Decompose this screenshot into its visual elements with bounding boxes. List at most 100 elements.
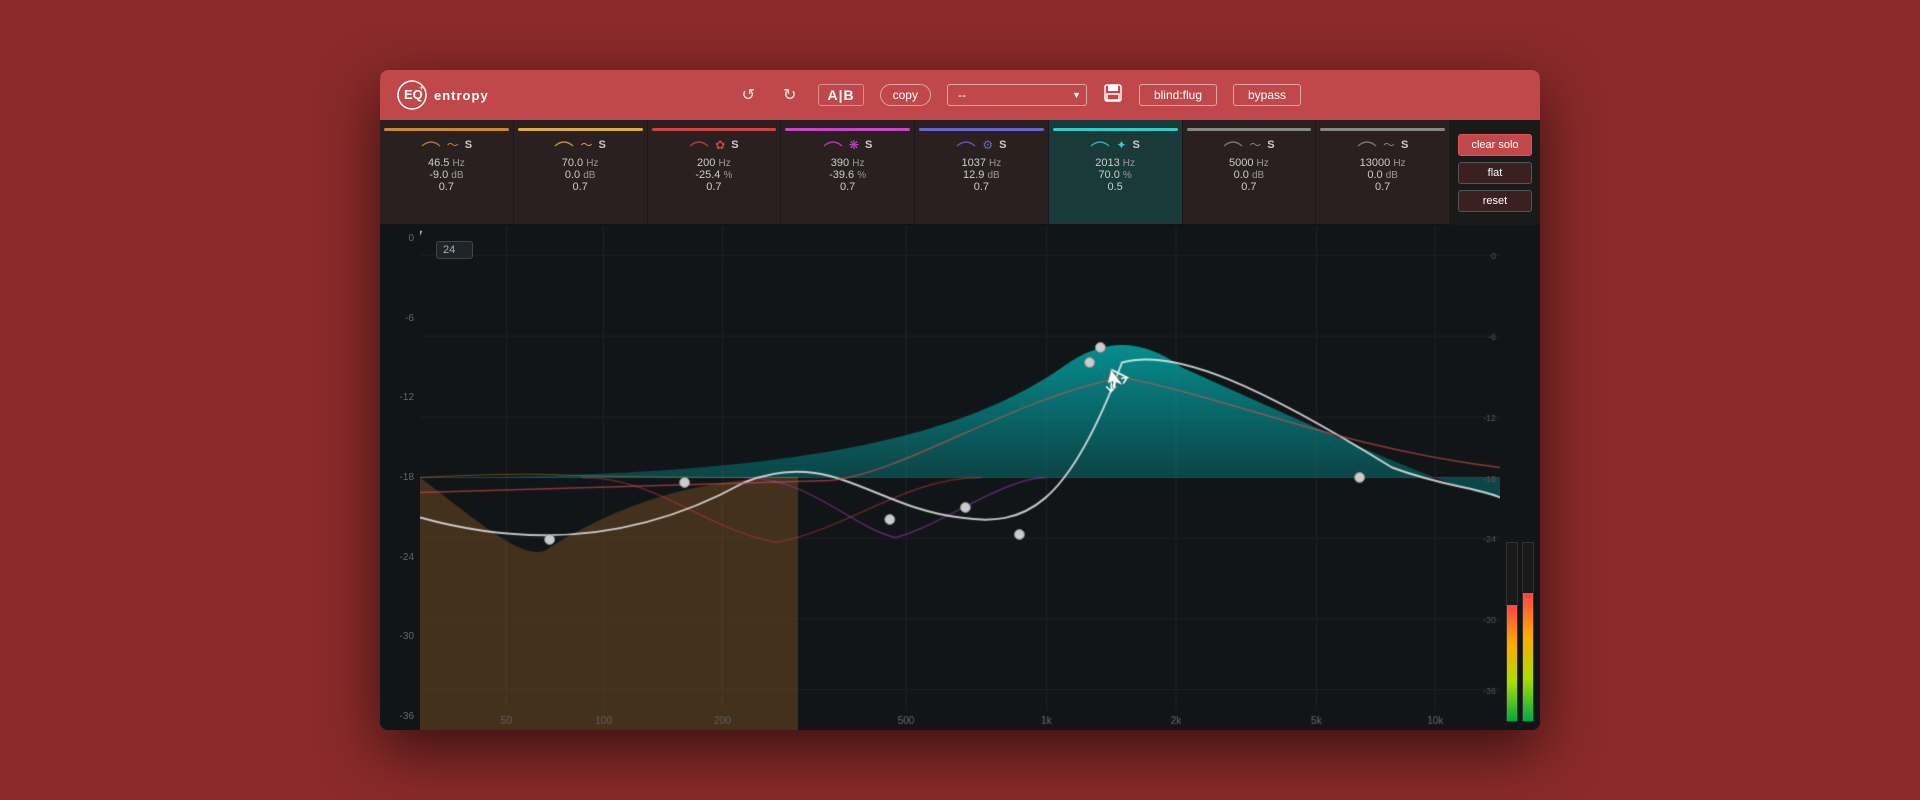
band-5-type-icon: ⚙	[982, 138, 993, 152]
band-3[interactable]: ✿S200 Hz-25.4 %0.7	[648, 120, 782, 224]
db-label-neg12: -12	[380, 392, 420, 403]
db-label-0: 0	[380, 233, 420, 244]
undo-button[interactable]: ↺	[736, 81, 761, 109]
copy-button[interactable]: copy	[880, 84, 931, 106]
band-6-color-indicator	[1053, 128, 1178, 131]
band-2-curve-icon	[554, 136, 574, 153]
flat-button[interactable]: flat	[1458, 162, 1532, 184]
band-4-gain: -39.6 %	[829, 169, 866, 181]
redo-button[interactable]: ↻	[777, 81, 802, 109]
vu-right	[1522, 542, 1534, 722]
vu-left	[1506, 542, 1518, 722]
band-7-type-icon: 〜	[1249, 136, 1261, 153]
band-4-solo-button[interactable]: S	[865, 139, 872, 151]
band-1-type-icon: 〜	[447, 136, 459, 153]
band-strip: 〜S46.5 Hz-9.0 dB0.7〜S70.0 Hz0.0 dB0.7✿S2…	[380, 120, 1450, 225]
band-2[interactable]: 〜S70.0 Hz0.0 dB0.7	[514, 120, 648, 224]
band-6-gain: 70.0 %	[1098, 169, 1131, 181]
preset-dropdown-wrap: --	[947, 84, 1087, 106]
band-1-gain: -9.0 dB	[429, 169, 463, 181]
bypass-button[interactable]: bypass	[1233, 84, 1301, 106]
band-2-color-indicator	[518, 128, 643, 131]
band-5-icons: ⚙S	[956, 136, 1006, 153]
svg-text:+: +	[419, 83, 424, 93]
band-4[interactable]: ❋S390 Hz-39.6 %0.7	[781, 120, 915, 224]
band-8-icons: 〜S	[1357, 136, 1408, 153]
logo-icon: EQ +	[396, 79, 428, 111]
band-7-q: 0.7	[1241, 181, 1256, 193]
band-2-icons: 〜S	[554, 136, 605, 153]
band-2-freq: 70.0 Hz	[562, 157, 599, 169]
band-6-icons: ✦S	[1090, 136, 1139, 153]
band-7[interactable]: 〜S5000 Hz0.0 dB0.7	[1183, 120, 1317, 224]
band-1-q: 0.7	[439, 181, 454, 193]
band-7-color-indicator	[1187, 128, 1312, 131]
vu-right-fill	[1523, 593, 1533, 721]
band-5[interactable]: ⚙S1037 Hz12.9 dB0.7	[915, 120, 1049, 224]
logo-area: EQ + entropy	[396, 79, 489, 111]
band-3-solo-button[interactable]: S	[731, 139, 738, 151]
eq-canvas-area: 24 12 48	[420, 225, 1500, 730]
db-label-neg36: -36	[380, 711, 420, 722]
preset-name-button[interactable]: blind:flug	[1139, 84, 1217, 106]
zoom-selector[interactable]: 24 12 48	[436, 241, 473, 259]
band-5-solo-button[interactable]: S	[999, 139, 1006, 151]
band-4-type-icon: ❋	[849, 138, 859, 152]
band-5-freq: 1037 Hz	[961, 157, 1001, 169]
reset-button[interactable]: reset	[1458, 190, 1532, 212]
band-6-q: 0.5	[1107, 181, 1122, 193]
eq-display: 0 -6 -12 -18 -24 -30 -36 24 12 48	[380, 225, 1540, 730]
band-6-solo-button[interactable]: S	[1132, 139, 1139, 151]
band-4-curve-icon	[823, 136, 843, 153]
band-5-q: 0.7	[974, 181, 989, 193]
toolbar-center: ↺ ↻ A|B copy -- blind:flug bypass	[513, 81, 1524, 109]
plugin-window: EQ + entropy ↺ ↻ A|B copy --	[380, 70, 1540, 730]
db-label-neg24: -24	[380, 552, 420, 563]
band-5-color-indicator	[919, 128, 1044, 131]
band-6-type-icon: ✦	[1116, 138, 1126, 152]
band-6[interactable]: ✦S2013 Hz70.0 %0.5	[1049, 120, 1183, 224]
band-7-freq: 5000 Hz	[1229, 157, 1269, 169]
band-3-gain: -25.4 %	[695, 169, 732, 181]
db-label-neg18: -18	[380, 472, 420, 483]
band-1-solo-button[interactable]: S	[465, 139, 472, 151]
top-bar: EQ + entropy ↺ ↻ A|B copy --	[380, 70, 1540, 120]
save-button[interactable]	[1103, 83, 1123, 108]
clear-solo-button[interactable]: clear solo	[1458, 134, 1532, 156]
band-7-icons: 〜S	[1223, 136, 1274, 153]
band-3-type-icon: ✿	[715, 138, 725, 152]
band-8-gain: 0.0 dB	[1367, 169, 1398, 181]
band-2-q: 0.7	[572, 181, 587, 193]
preset-dropdown[interactable]: --	[947, 84, 1087, 106]
band-section: 〜S46.5 Hz-9.0 dB0.7〜S70.0 Hz0.0 dB0.7✿S2…	[380, 120, 1540, 225]
band-1-color-indicator	[384, 128, 509, 131]
band-7-solo-button[interactable]: S	[1267, 139, 1274, 151]
band-3-color-indicator	[652, 128, 777, 131]
db-labels: 0 -6 -12 -18 -24 -30 -36	[380, 225, 420, 730]
band-8-solo-button[interactable]: S	[1401, 139, 1408, 151]
band-5-gain: 12.9 dB	[963, 169, 1000, 181]
band-8-color-indicator	[1320, 128, 1445, 131]
band-1-icons: 〜S	[421, 136, 472, 153]
band-8-curve-icon	[1357, 136, 1377, 153]
vu-left-fill	[1507, 605, 1517, 721]
band-1[interactable]: 〜S46.5 Hz-9.0 dB0.7	[380, 120, 514, 224]
db-label-neg6: -6	[380, 313, 420, 324]
band-8-freq: 13000 Hz	[1360, 157, 1406, 169]
band-4-color-indicator	[785, 128, 910, 131]
band-2-type-icon: 〜	[580, 136, 592, 153]
band-8-type-icon: 〜	[1383, 136, 1395, 153]
eq-canvas[interactable]	[420, 225, 1500, 730]
band-7-curve-icon	[1223, 136, 1243, 153]
side-controls: clear solo flat reset	[1450, 120, 1540, 225]
band-3-icons: ✿S	[689, 136, 738, 153]
app-title: entropy	[434, 88, 489, 103]
ab-button[interactable]: A|B	[818, 84, 863, 106]
band-5-curve-icon	[956, 136, 976, 153]
band-3-freq: 200 Hz	[697, 157, 731, 169]
band-4-icons: ❋S	[823, 136, 872, 153]
band-7-gain: 0.0 dB	[1234, 169, 1265, 181]
band-2-solo-button[interactable]: S	[598, 139, 605, 151]
band-1-curve-icon	[421, 136, 441, 153]
band-8[interactable]: 〜S13000 Hz0.0 dB0.7	[1316, 120, 1450, 224]
